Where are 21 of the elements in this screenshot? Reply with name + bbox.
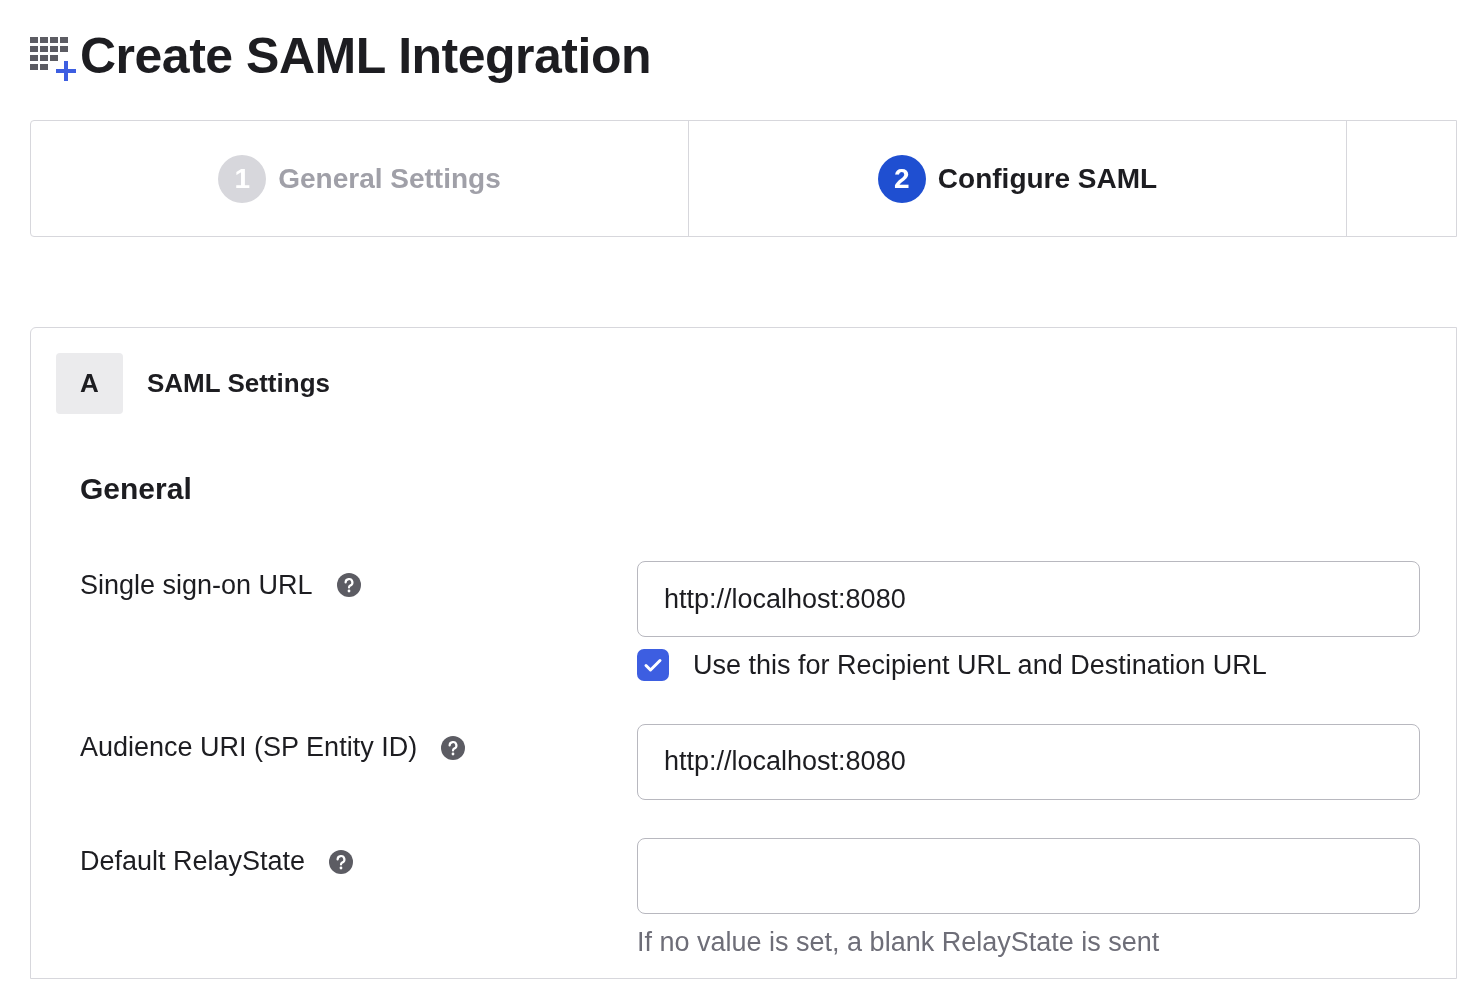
checkbox[interactable]: [637, 649, 669, 682]
field-label: Default RelayState: [80, 845, 306, 879]
step-tab[interactable]: 2 Configure SAML: [689, 121, 1347, 236]
page-title: Create SAML Integration: [80, 31, 651, 81]
help-icon[interactable]: [336, 573, 361, 597]
field-label: Single sign-on URL: [80, 568, 313, 602]
step-label: Configure SAML: [937, 161, 1158, 196]
text-field[interactable]: http://localhost:8080: [637, 723, 1420, 800]
text-field[interactable]: [637, 837, 1420, 914]
hint-text: If no value is set, a blank RelayState is sent: [637, 925, 1161, 959]
subsection-heading: General: [80, 471, 192, 507]
step-label: General Settings: [278, 161, 501, 196]
field-label: Audience URI (SP Entity ID): [80, 731, 418, 765]
help-icon[interactable]: [329, 849, 354, 874]
help-icon[interactable]: [441, 735, 466, 760]
grid-plus-icon: [30, 37, 78, 83]
section-badge: A: [56, 353, 123, 414]
text-field[interactable]: http://localhost:8080: [637, 561, 1420, 637]
step-number: 2: [877, 154, 926, 203]
section-title: SAML Settings: [147, 367, 330, 400]
checkbox-label: Use this for Recipient URL and Destination URL: [693, 649, 1267, 682]
